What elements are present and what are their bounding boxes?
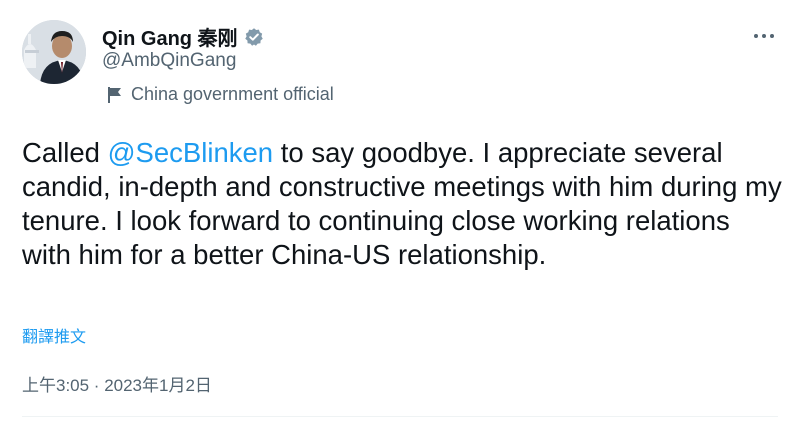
verified-badge-icon [244,27,264,47]
tweet-card: Qin Gang 秦刚 @AmbQinGang China government… [0,0,800,424]
avatar-photo-icon [22,20,86,84]
divider [22,416,778,417]
more-options-dot [762,34,766,38]
author-name-row: Qin Gang 秦刚 [102,22,264,51]
more-options-icon [754,34,758,38]
government-label[interactable]: China government official [107,84,334,105]
flag-icon [107,86,123,104]
avatar[interactable] [22,20,86,84]
tweet-text: Called @SecBlinken to say goodbye. I app… [22,136,782,272]
tweet-text-lead: Called [22,137,108,168]
author-handle[interactable]: @AmbQinGang [102,50,236,72]
government-label-text: China government official [131,84,334,104]
mention-link[interactable]: @SecBlinken [108,137,274,168]
tweet-timestamp[interactable]: 上午3:05 · 2023年1月2日 [22,371,212,396]
more-options-button[interactable] [746,24,782,48]
author-display-name[interactable]: Qin Gang 秦刚 [102,22,238,51]
translate-tweet-link[interactable]: 翻譯推文 [22,323,86,347]
more-options-dot [770,34,774,38]
